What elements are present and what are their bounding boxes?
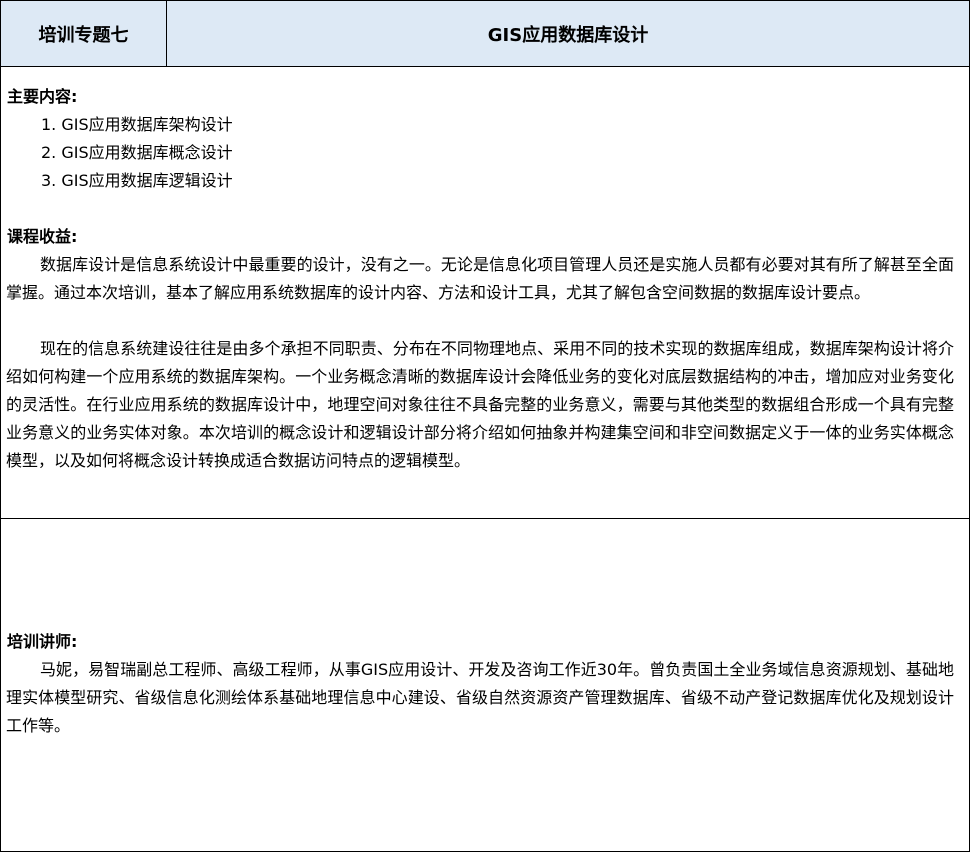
main-content-heading: 主要内容:: [7, 87, 78, 106]
list-item: 3. GIS应用数据库逻辑设计: [41, 171, 233, 190]
benefits-paragraph: 数据库设计是信息系统设计中最重要的设计，没有之一。无论是信息化项目管理人员还是实…: [6, 255, 954, 302]
lecturer-cell: 培训讲师: 马妮，易智瑞副总工程师、高级工程师，从事GIS应用设计、开发及咨询工…: [0, 518, 970, 852]
list-item: 1. GIS应用数据库架构设计: [41, 115, 233, 134]
benefits-heading: 课程收益:: [7, 227, 78, 246]
list-item: 2. GIS应用数据库概念设计: [41, 143, 233, 162]
topic-label: 培训专题七: [1, 1, 167, 66]
lecturer-heading: 培训讲师:: [7, 632, 78, 651]
course-content-cell: 主要内容: 1. GIS应用数据库架构设计 2. GIS应用数据库概念设计 3.…: [0, 66, 970, 519]
course-sheet: 培训专题七 GIS应用数据库设计 主要内容: 1. GIS应用数据库架构设计 2…: [0, 0, 970, 852]
benefits-paragraph: 现在的信息系统建设往往是由多个承担不同职责、分布在不同物理地点、采用不同的技术实…: [6, 339, 954, 470]
header-row: 培训专题七 GIS应用数据库设计: [0, 0, 970, 67]
lecturer-bio: 马妮，易智瑞副总工程师、高级工程师，从事GIS应用设计、开发及咨询工作近30年。…: [6, 660, 954, 735]
topic-title: GIS应用数据库设计: [487, 24, 649, 46]
